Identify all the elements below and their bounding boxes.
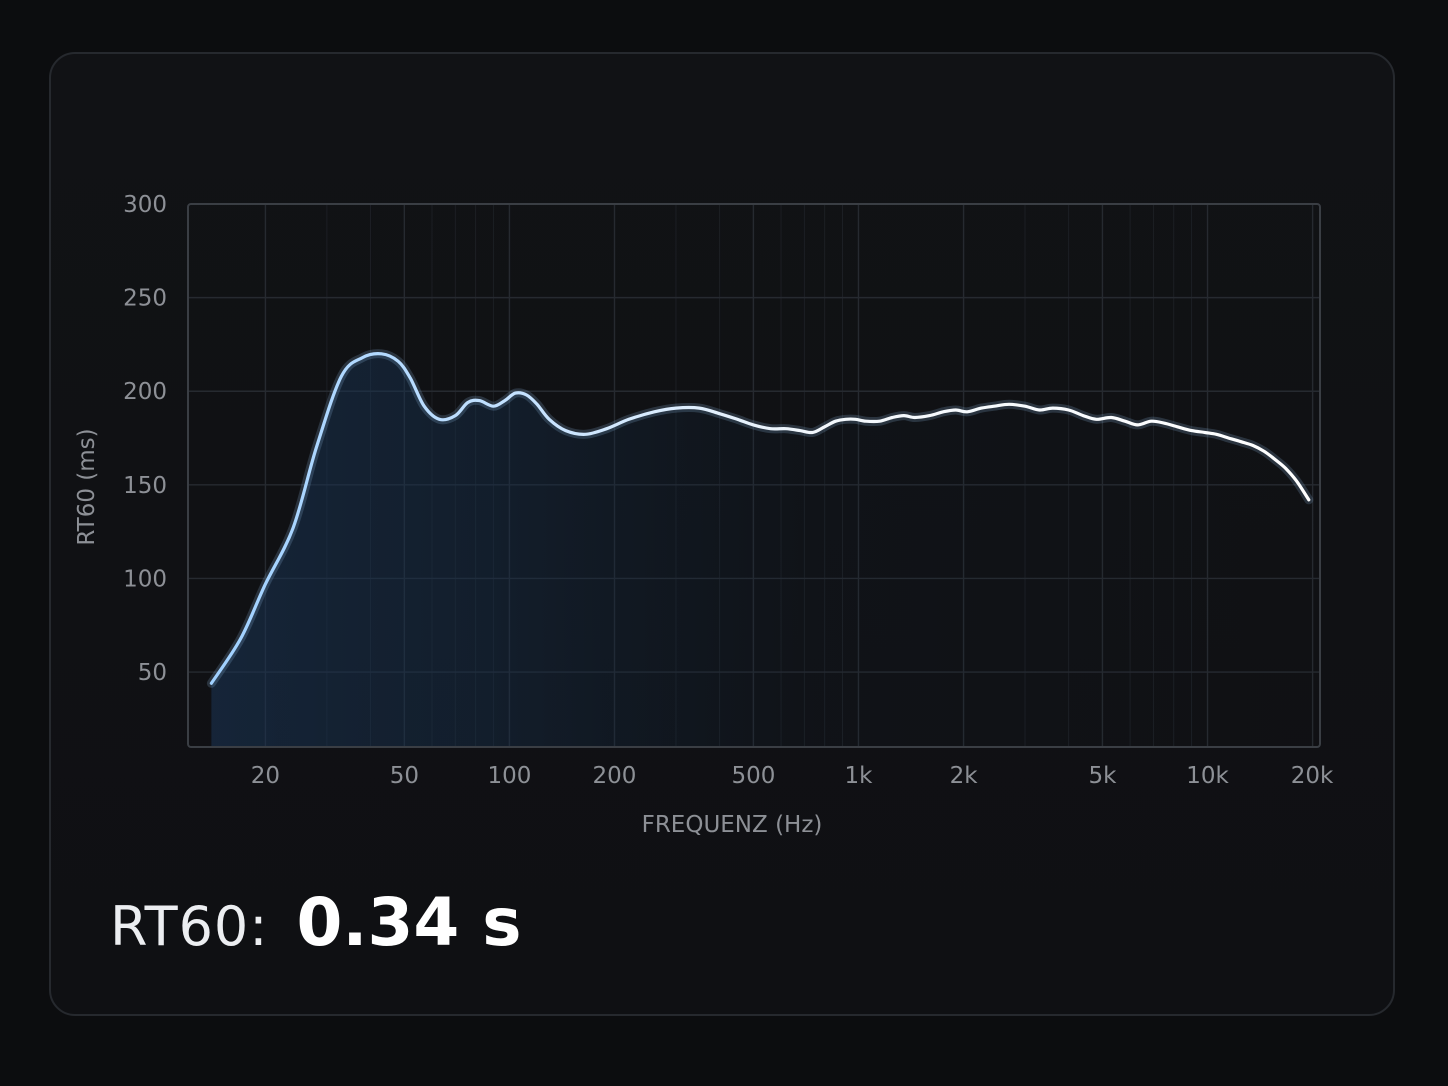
y-tick-label: 50 — [138, 660, 167, 686]
x-tick-label: 500 — [731, 763, 775, 789]
x-tick-label: 200 — [593, 763, 637, 789]
x-tick-label: 10k — [1186, 763, 1229, 789]
x-axis-title: FREQUENZ (Hz) — [642, 812, 823, 838]
y-tick-label: 100 — [123, 566, 167, 592]
y-tick-label: 300 — [123, 192, 167, 218]
readout-label: RT60: — [110, 895, 269, 958]
x-tick-label: 50 — [390, 763, 419, 789]
y-tick-label: 200 — [123, 379, 167, 405]
x-tick-label: 20k — [1291, 763, 1334, 789]
x-tick-label: 1k — [844, 763, 873, 789]
x-tick-labels: 20 50 100 200 500 1k 2k 5k 10k 20k — [251, 763, 1334, 789]
y-tick-label: 250 — [123, 286, 167, 312]
y-axis-title: RT60 (ms) — [74, 428, 100, 545]
readout-value: 0.34 s — [296, 884, 522, 961]
x-tick-label: 20 — [251, 763, 280, 789]
x-tick-label: 5k — [1088, 763, 1117, 789]
rt60-area-fill — [211, 353, 1309, 747]
x-tick-label: 100 — [487, 763, 531, 789]
y-tick-label: 150 — [123, 473, 167, 499]
x-tick-label: 2k — [950, 763, 979, 789]
rt60-readout: RT60: 0.34 s — [110, 884, 522, 974]
area-fill-layer — [211, 353, 1309, 747]
y-tick-labels: 50 100 150 200 250 300 — [123, 192, 167, 686]
